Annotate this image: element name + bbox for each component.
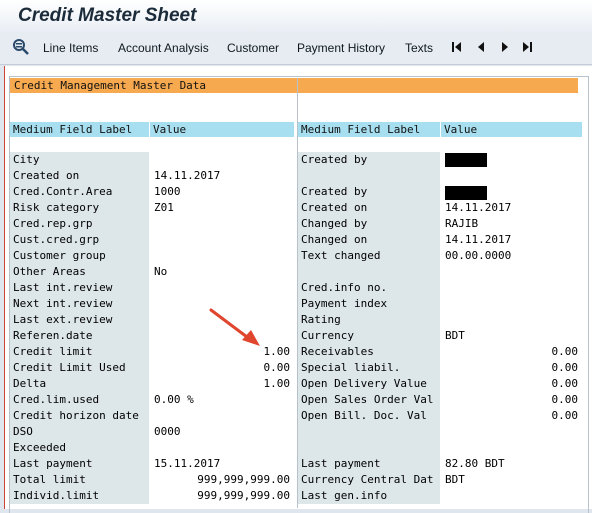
right-field-label: Open Bill. Doc. Val xyxy=(298,408,440,424)
right-row: Changed on 14.11.2017 xyxy=(5,232,592,248)
right-row: Text changed 00.00.0000 xyxy=(5,248,592,264)
right-field-label: Cred.info no. xyxy=(298,280,440,296)
redacted-value xyxy=(445,153,487,167)
right-field-value[interactable]: 0.00 xyxy=(441,344,582,360)
right-row: Open Delivery Value 0.00 xyxy=(5,376,592,392)
right-field-label xyxy=(298,440,440,456)
right-field-label: Open Sales Order Val xyxy=(298,392,440,408)
right-field-value[interactable] xyxy=(441,296,582,312)
title-bar: Credit Master Sheet xyxy=(0,0,592,32)
right-field-value[interactable]: 0.00 xyxy=(441,360,582,376)
right-row: Open Sales Order Val 0.00 xyxy=(5,392,592,408)
right-row: Open Bill. Doc. Val 0.00 xyxy=(5,408,592,424)
line-items-button[interactable]: Line Items xyxy=(43,41,98,55)
right-row: Last gen.info xyxy=(5,488,592,504)
right-row: Created by xyxy=(5,152,592,168)
right-field-label xyxy=(298,264,440,280)
right-row: Created by xyxy=(5,184,592,200)
right-field-value[interactable] xyxy=(441,280,582,296)
right-field-label: Special liabil. xyxy=(298,360,440,376)
right-field-label: Last payment xyxy=(298,456,440,472)
first-page-icon[interactable] xyxy=(450,40,464,54)
right-field-label: Created by xyxy=(298,152,440,168)
right-field-value[interactable]: RAJIB xyxy=(441,216,582,232)
right-row xyxy=(5,440,592,456)
right-field-label: Currency xyxy=(298,328,440,344)
right-field-label: Created by xyxy=(298,184,440,200)
right-field-value[interactable]: BDT xyxy=(441,472,582,488)
next-page-icon[interactable] xyxy=(498,40,512,54)
last-page-icon[interactable] xyxy=(520,40,534,54)
account-analysis-button[interactable]: Account Analysis xyxy=(118,41,209,55)
redacted-value xyxy=(445,186,487,200)
right-field-value[interactable]: 0.00 xyxy=(441,376,582,392)
right-row: Payment index xyxy=(5,296,592,312)
right-field-value[interactable]: 00.00.0000 xyxy=(441,248,582,264)
right-field-label: Rating xyxy=(298,312,440,328)
customer-button[interactable]: Customer xyxy=(227,41,279,55)
right-field-label: Last gen.info xyxy=(298,488,440,504)
payment-history-button[interactable]: Payment History xyxy=(297,41,385,55)
window-title: Credit Master Sheet xyxy=(18,5,197,26)
right-field-label: Text changed xyxy=(298,248,440,264)
right-field-value[interactable]: 82.80 BDT xyxy=(441,456,582,472)
right-row xyxy=(5,264,592,280)
right-row: Receivables 0.00 xyxy=(5,344,592,360)
right-row xyxy=(5,424,592,440)
right-field-label: Payment index xyxy=(298,296,440,312)
right-field-label: Created on xyxy=(298,200,440,216)
right-field-label: Changed by xyxy=(298,216,440,232)
right-row: Special liabil. 0.00 xyxy=(5,360,592,376)
right-field-label xyxy=(298,168,440,184)
previous-page-icon[interactable] xyxy=(474,40,488,54)
right-field-label: Open Delivery Value xyxy=(298,376,440,392)
right-field-label: Changed on xyxy=(298,232,440,248)
right-field-value[interactable] xyxy=(441,488,582,504)
right-row xyxy=(5,168,592,184)
texts-button[interactable]: Texts xyxy=(405,41,433,55)
left-col-header-label: Medium Field Label xyxy=(10,122,149,137)
left-col-header-value: Value xyxy=(150,122,294,137)
right-field-label xyxy=(298,424,440,440)
right-field-value[interactable] xyxy=(441,440,582,456)
right-field-value[interactable] xyxy=(441,312,582,328)
right-col-header-value: Value xyxy=(441,122,582,137)
main-content: Credit Management Master Data Medium Fie… xyxy=(4,66,592,513)
application-toolbar: Line Items Account Analysis Customer Pay… xyxy=(0,32,592,65)
right-field-label: Currency Central Dat xyxy=(298,472,440,488)
right-field-value[interactable] xyxy=(441,264,582,280)
right-field-label: Receivables xyxy=(298,344,440,360)
right-field-value[interactable] xyxy=(441,424,582,440)
right-row: Cred.info no. xyxy=(5,280,592,296)
right-row: Created on 14.11.2017 xyxy=(5,200,592,216)
detail-view-icon[interactable] xyxy=(12,38,30,56)
right-col-header-label: Medium Field Label xyxy=(298,122,440,137)
right-row: Last payment 82.80 BDT xyxy=(5,456,592,472)
right-row: Rating xyxy=(5,312,592,328)
right-field-value[interactable]: 0.00 xyxy=(441,408,582,424)
right-field-value[interactable]: 0.00 xyxy=(441,392,582,408)
section-title: Credit Management Master Data xyxy=(10,78,578,93)
right-field-value[interactable]: 14.11.2017 xyxy=(441,232,582,248)
right-row: Currency Central Dat BDT xyxy=(5,472,592,488)
right-row: Changed by RAJIB xyxy=(5,216,592,232)
right-field-value[interactable]: BDT xyxy=(441,328,582,344)
right-field-value[interactable]: 14.11.2017 xyxy=(441,200,582,216)
right-field-value[interactable] xyxy=(441,168,582,184)
annotation-arrow xyxy=(209,308,260,346)
right-row: Currency BDT xyxy=(5,328,592,344)
